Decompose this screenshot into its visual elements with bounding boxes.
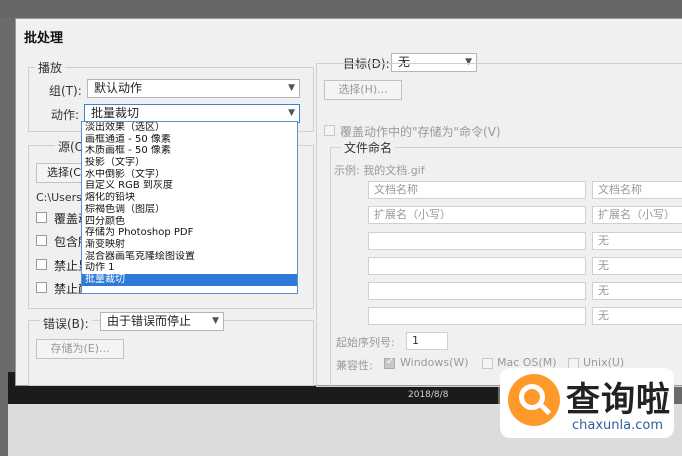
watermark-brand: 查询啦 — [566, 380, 671, 420]
compat-label: 兼容性: — [336, 359, 373, 372]
naming-field-3[interactable]: 扩展名（小写） — [368, 206, 586, 224]
naming-field-12[interactable]: 无 — [592, 307, 682, 325]
destination-choose-button[interactable]: 选择(H)... — [324, 80, 402, 100]
action-option[interactable]: 四分颜色 — [82, 216, 297, 228]
action-option[interactable]: 存储为 Photoshop PDF — [82, 227, 297, 239]
naming-field-8[interactable]: 无 — [592, 257, 682, 275]
naming-field-5[interactable] — [368, 232, 586, 250]
action-option[interactable]: 熔化的铅块 — [82, 192, 297, 204]
action-label: 动作: — [51, 108, 80, 122]
naming-field-7[interactable] — [368, 257, 586, 275]
source-checkbox-suppress-open[interactable] — [36, 259, 47, 270]
chevron-down-icon: ▼ — [288, 83, 295, 93]
file-naming-legend: 文件命名 — [341, 139, 396, 156]
action-option[interactable]: 淡出效果（选区） — [82, 122, 297, 134]
serial-input[interactable]: 1 — [406, 332, 448, 350]
naming-field-9[interactable] — [368, 282, 586, 300]
naming-field-10[interactable]: 无 — [592, 282, 682, 300]
naming-field-1[interactable]: 文档名称 — [368, 181, 586, 199]
action-option[interactable]: 画框通道 - 50 像素 — [82, 134, 297, 146]
override-save-as-checkbox[interactable] — [324, 125, 335, 136]
action-option[interactable]: 棕褐色调（图层） — [82, 204, 297, 216]
set-select[interactable]: 默认动作 ▼ — [87, 79, 300, 98]
action-option[interactable]: 混合器画笔克隆绘图设置 — [82, 251, 297, 263]
source-path: C:\Users\ — [36, 191, 86, 204]
search-magnifier-icon — [508, 374, 560, 426]
file-naming-example: 示例: 我的文档.gif — [334, 164, 425, 177]
playback-legend: 播放 — [35, 59, 66, 76]
watermark-domain: chaxunla.com — [572, 418, 663, 433]
action-option[interactable]: 自定义 RGB 到灰度 — [82, 180, 297, 192]
chevron-down-icon: ▼ — [288, 108, 295, 118]
action-option[interactable]: 水中倒影（文字） — [82, 169, 297, 181]
naming-field-2[interactable]: 文档名称 — [592, 181, 682, 199]
source-checkbox-include[interactable] — [36, 235, 47, 246]
serial-label: 起始序列号: — [336, 336, 395, 349]
dialog-title: 批处理 — [24, 31, 64, 46]
chevron-down-icon: ▼ — [212, 316, 219, 326]
errors-select[interactable]: 由于错误而停止 ▼ — [100, 312, 224, 331]
errors-save-as-button[interactable]: 存储为(E)... — [36, 339, 124, 359]
action-dropdown-list: 淡出效果（选区） 画框通道 - 50 像素 木质画框 - 50 像素 投影（文字… — [81, 121, 298, 294]
set-label: 组(T): — [49, 84, 82, 98]
source-checkbox-suppress-color[interactable] — [36, 282, 47, 293]
action-option[interactable]: 渐变映射 — [82, 239, 297, 251]
action-option-selected[interactable]: 批量裁切 — [82, 273, 297, 286]
background-date: 2018/8/8 — [408, 390, 449, 400]
errors-label: 错误(B): — [40, 315, 92, 332]
compat-mac-checkbox[interactable] — [482, 358, 493, 369]
action-select-value: 批量裁切 — [91, 106, 140, 120]
naming-field-11[interactable] — [368, 307, 586, 325]
compat-windows-checkbox[interactable] — [384, 356, 395, 369]
naming-field-6[interactable]: 无 — [592, 232, 682, 250]
set-select-value: 默认动作 — [94, 81, 143, 95]
source-checkbox-override[interactable] — [36, 212, 47, 223]
watermark-logo: 查询啦 chaxunla.com — [500, 368, 674, 438]
action-option[interactable]: 投影（文字） — [82, 157, 297, 169]
override-save-as-label: 覆盖动作中的"存储为"命令(V) — [340, 125, 501, 139]
naming-field-4[interactable]: 扩展名（小写） — [592, 206, 682, 224]
compat-windows-label: Windows(W) — [400, 356, 469, 369]
action-option[interactable]: 木质画框 - 50 像素 — [82, 145, 297, 157]
background-top — [0, 0, 682, 18]
action-option[interactable]: 动作 1 — [82, 262, 297, 274]
errors-select-value: 由于错误而停止 — [107, 314, 192, 328]
